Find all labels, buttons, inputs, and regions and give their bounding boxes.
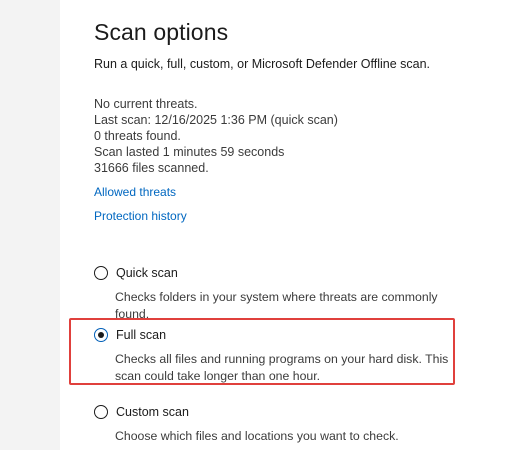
scan-duration-text: Scan lasted 1 minutes 59 seconds xyxy=(94,145,285,159)
allowed-threats-link[interactable]: Allowed threats xyxy=(94,185,176,199)
custom-scan-label[interactable]: Custom scan xyxy=(116,405,189,419)
full-scan-highlight xyxy=(69,318,455,385)
threats-found-text: 0 threats found. xyxy=(94,129,181,143)
quick-scan-row[interactable]: Quick scan xyxy=(94,263,474,283)
custom-scan-radio[interactable] xyxy=(94,405,108,419)
custom-scan-option[interactable]: Custom scan Choose which files and locat… xyxy=(94,402,474,445)
protection-history-link[interactable]: Protection history xyxy=(94,209,187,223)
page-title: Scan options xyxy=(94,19,229,45)
quick-scan-radio[interactable] xyxy=(94,266,108,280)
threat-status-text: No current threats. xyxy=(94,97,198,111)
quick-scan-label[interactable]: Quick scan xyxy=(116,266,178,280)
scan-options-window: Scan options Run a quick, full, custom, … xyxy=(0,0,520,450)
page-subtitle: Run a quick, full, custom, or Microsoft … xyxy=(94,57,431,71)
navigation-pane xyxy=(0,0,60,450)
last-scan-text: Last scan: 12/16/2025 1:36 PM (quick sca… xyxy=(94,113,338,127)
files-scanned-text: 31666 files scanned. xyxy=(94,161,209,175)
scan-status: No current threats. Last scan: 12/16/202… xyxy=(94,96,338,176)
quick-scan-option[interactable]: Quick scan Checks folders in your system… xyxy=(94,263,474,323)
custom-scan-row[interactable]: Custom scan xyxy=(94,402,474,422)
custom-scan-description: Choose which files and locations you wan… xyxy=(115,429,399,443)
